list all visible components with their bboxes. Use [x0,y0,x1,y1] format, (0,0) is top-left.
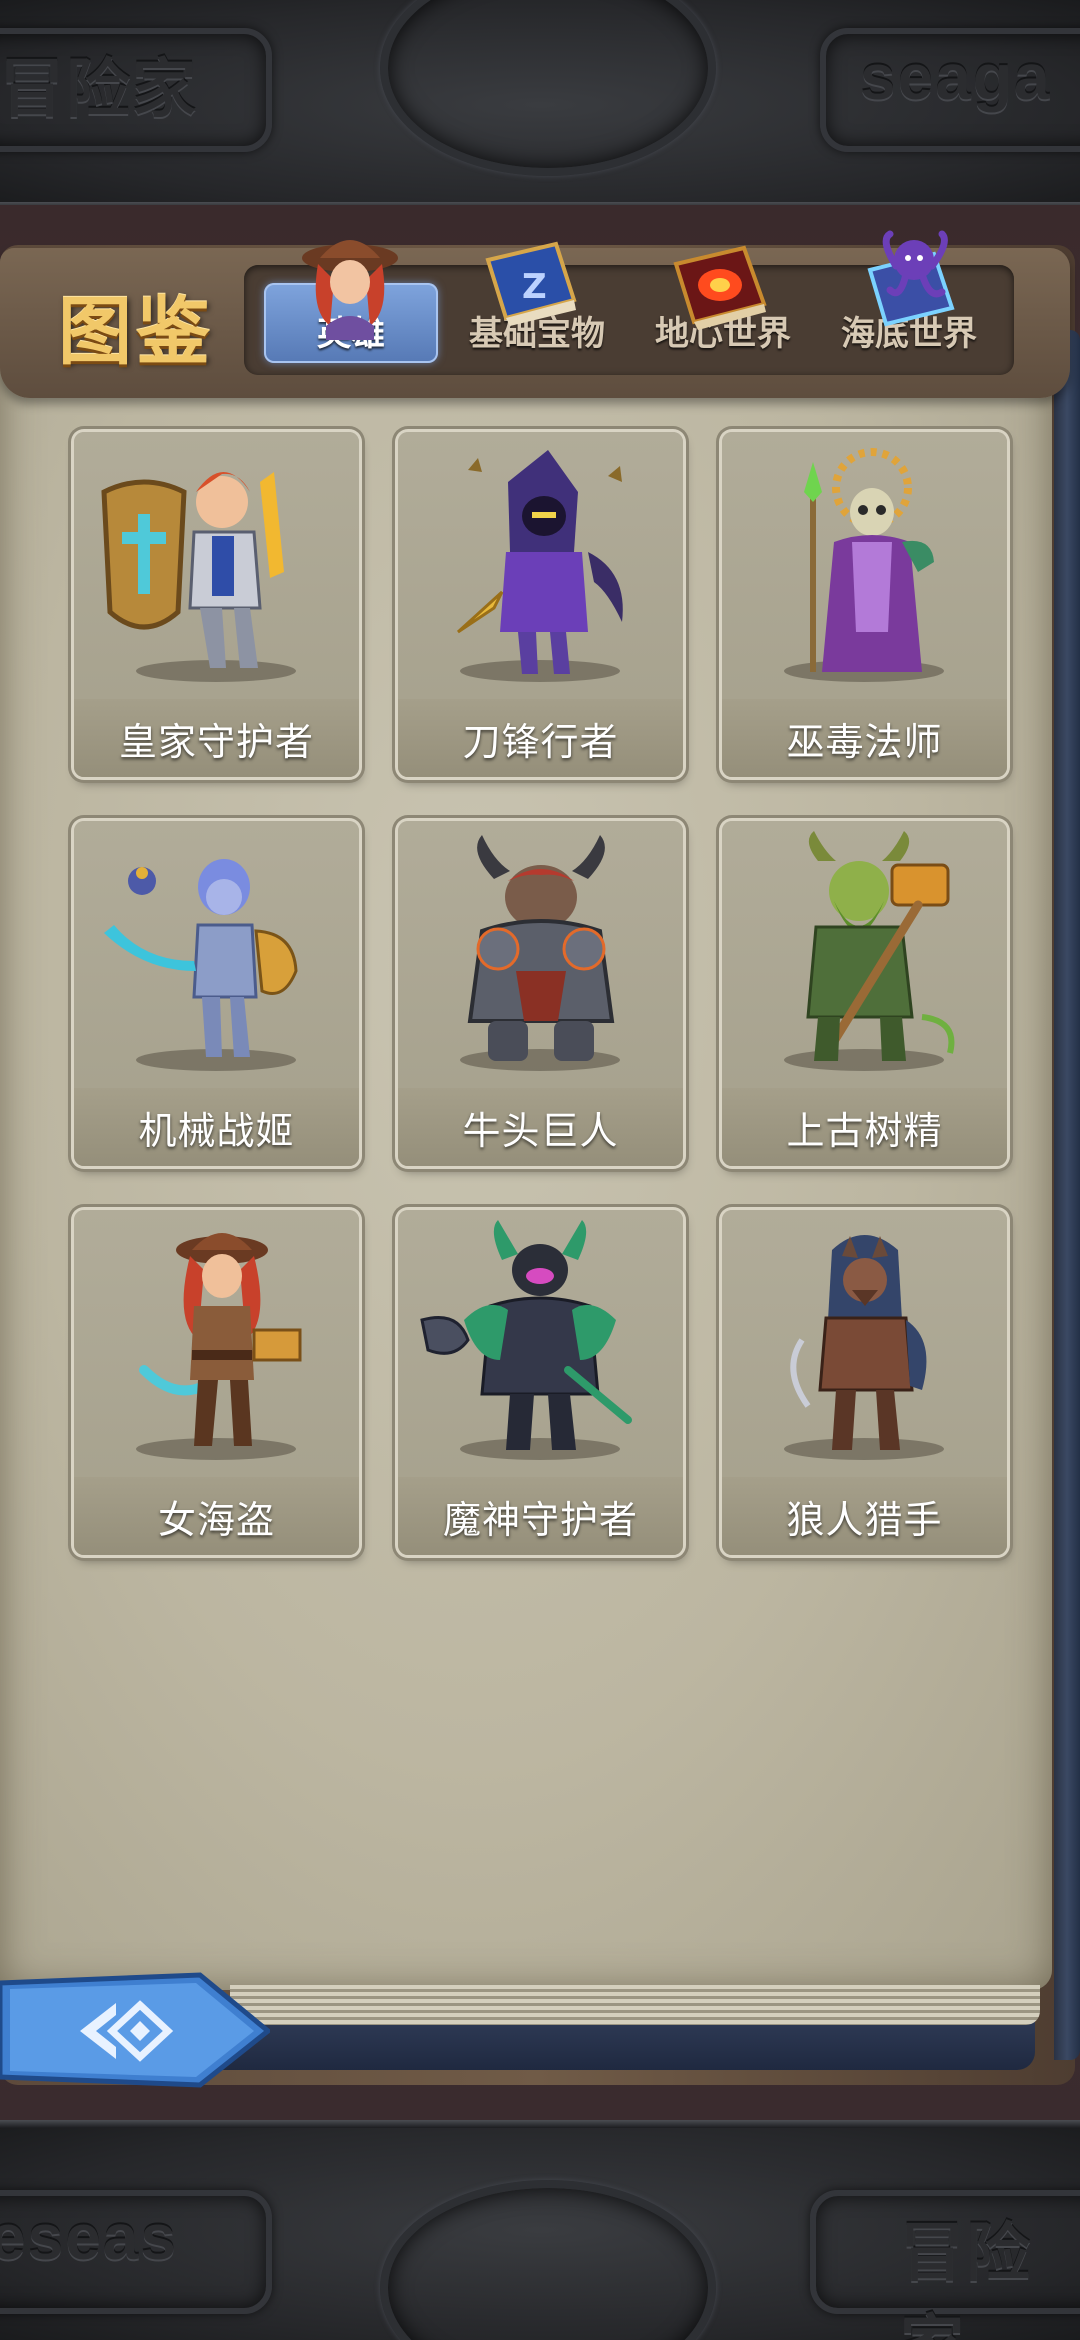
hero-card[interactable]: 上古树精 [722,821,1007,1166]
voodoo-mage-portrait [804,448,934,672]
screen: 冒险家 seaga 图鉴 英雄 基础宝物 Z 地心世界 [0,0,1080,2340]
werewolf-hunter-portrait [790,1235,927,1450]
hero-card[interactable]: 巫毒法师 [722,432,1007,777]
bottom-right-relief-text: 冒险家 [900,2217,1032,2340]
mech-warrior-portrait [104,859,298,1057]
hero-card[interactable]: 皇家守护者 [74,432,359,777]
hero-name: 巫毒法师 [722,699,1007,777]
hero-card[interactable]: 狼人猎手 [722,1210,1007,1555]
top-emblem [380,0,716,176]
hero-name: 皇家守护者 [74,699,359,777]
hero-card[interactable]: 牛头巨人 [398,821,683,1166]
hero-name: 刀锋行者 [398,699,683,777]
bottom-stone-border: eseas 冒险家 [0,2120,1080,2340]
pirate-heroine-icon [302,240,398,340]
hero-card[interactable]: 刀锋行者 [398,432,683,777]
pirate-girl-portrait [139,1233,302,1446]
hero-name: 牛头巨人 [398,1088,683,1166]
hero-name: 魔神守护者 [398,1477,683,1555]
octopus-tome-icon [867,230,955,327]
svg-text:Z: Z [522,267,547,307]
bottom-left-relief-text: eseas [0,2201,178,2273]
royal-guardian-portrait [101,472,284,668]
book-bottom-trim [200,2020,1035,2070]
hero-name: 机械战姬 [74,1088,359,1166]
spellbook-icon: Z [485,241,577,326]
hero-name: 狼人猎手 [722,1477,1007,1555]
top-stone-border: 冒险家 seaga [0,0,1080,210]
bottom-emblem [380,2180,716,2340]
hero-name: 上古树精 [722,1088,1007,1166]
book-spine [1054,330,1080,2060]
demon-guardian-portrait [420,1220,632,1450]
hero-card[interactable]: 女海盗 [74,1210,359,1555]
back-button[interactable] [0,1965,270,2100]
page-title: 图鉴 [58,292,214,374]
blade-walker-portrait [456,450,623,674]
hero-name: 女海盗 [74,1477,359,1555]
hero-card[interactable]: 机械战姬 [74,821,359,1166]
ancient-treant-portrait [806,831,955,1061]
hero-card[interactable]: 魔神守护者 [398,1210,683,1555]
top-right-relief-text: seaga [860,41,1052,113]
fire-tome-icon [673,245,767,330]
minotaur-giant-portrait [467,835,615,1061]
page-edges [230,1985,1040,2025]
top-left-relief-text: 冒险家 [0,53,198,125]
